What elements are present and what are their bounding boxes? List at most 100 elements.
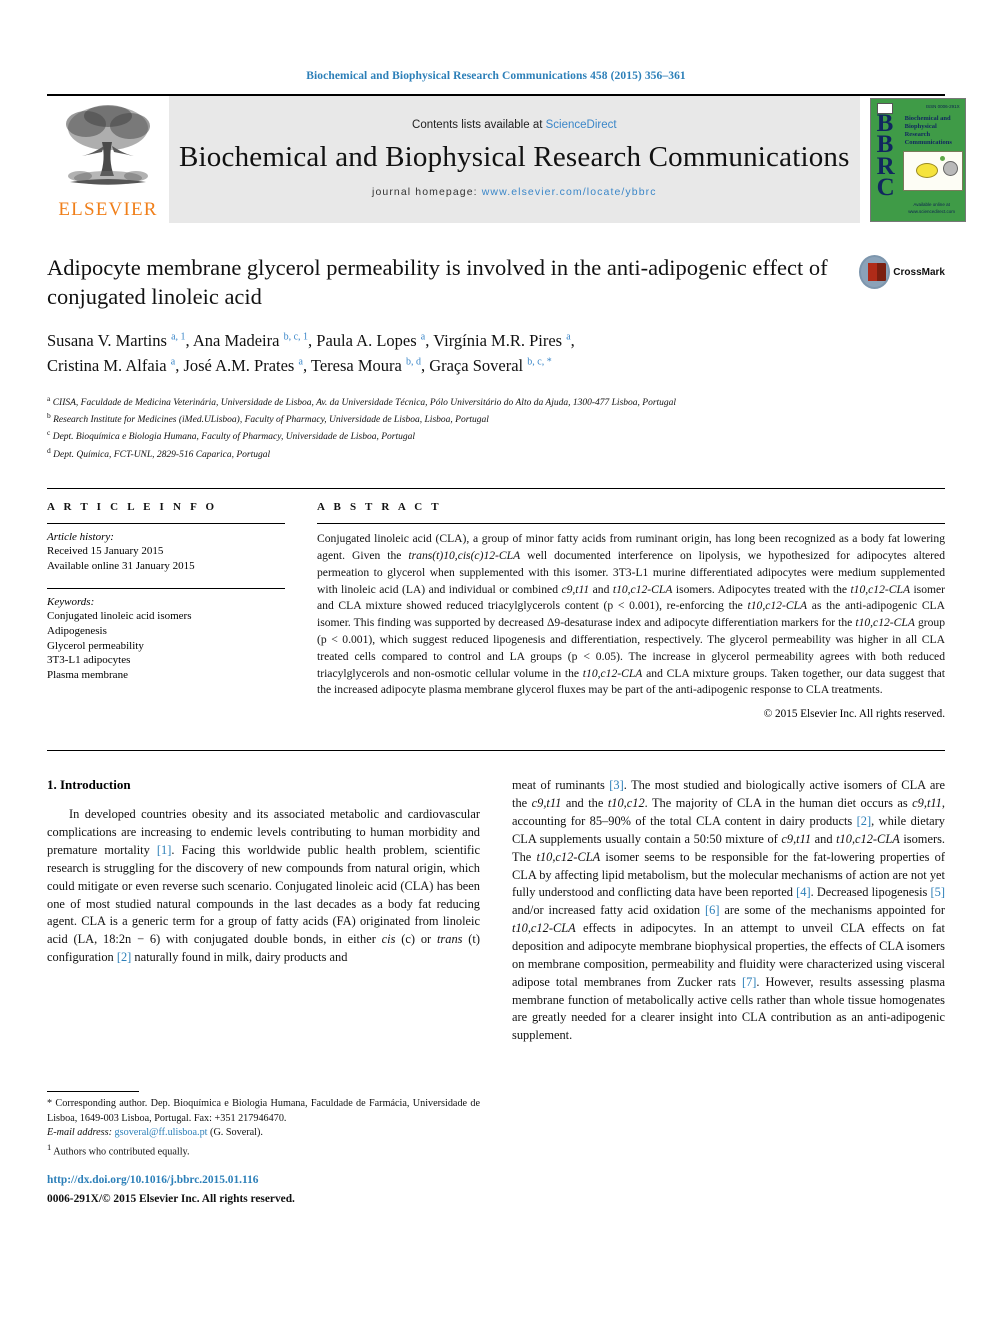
affiliation-item: a CIISA, Faculdade de Medicina Veterinár… (47, 393, 677, 408)
doi-block: http://dx.doi.org/10.1016/j.bbrc.2015.01… (47, 1173, 480, 1207)
body-column-left: 1. Introduction In developed countries o… (47, 777, 480, 1207)
homepage-url-link[interactable]: www.elsevier.com/locate/ybbrc (482, 186, 657, 198)
homepage-label: journal homepage: (372, 186, 482, 198)
author-affiliation-marker: b, c, * (527, 356, 552, 368)
cover-figure-icon (902, 150, 963, 191)
body-column-right: meat of ruminants [3]. The most studied … (512, 777, 945, 1207)
author-name: Susana V. Martins (47, 330, 172, 350)
abstract-text: Conjugated linoleic acid (CLA), a group … (317, 532, 946, 697)
citation-ref[interactable]: [7] (742, 975, 756, 989)
divider (47, 587, 285, 589)
affiliation-item: c Dept. Bioquímica e Biologia Humana, Fa… (47, 428, 415, 443)
keyword-item: Adipogenesis (47, 624, 107, 637)
elsevier-logo: ELSEVIER (47, 96, 169, 223)
article-history-label: Article history: (47, 531, 114, 544)
author-affiliation-marker: a (566, 331, 571, 342)
citation-ref[interactable]: [1] (157, 843, 171, 857)
author-name: José A.M. Prates (183, 356, 299, 376)
crossmark-label: CrossMark (893, 266, 945, 278)
affiliation-list: a CIISA, Faculdade de Medicina Veterinár… (47, 393, 927, 463)
cover-dot-shape (939, 155, 945, 161)
article-history-received: Received 15 January 2015 (47, 545, 164, 558)
divider (47, 523, 285, 525)
contents-available-line: Contents lists available at ScienceDirec… (412, 119, 617, 131)
author-affiliation-marker: a (420, 331, 426, 342)
intro-paragraph-right: meat of ruminants [3]. The most studied … (512, 778, 945, 1043)
citation-ref[interactable]: [6] (705, 903, 719, 917)
abstract-column: A B S T R A C T Conjugated linoleic acid… (317, 501, 945, 720)
affiliation-marker: a (47, 393, 51, 403)
issn-copyright-line: 0006-291X/© 2015 Elsevier Inc. All right… (47, 1192, 295, 1205)
journal-title: Biochemical and Biophysical Research Com… (179, 141, 850, 173)
author-name: Teresa Moura (310, 356, 406, 376)
footnote-block: * Corresponding author. Dep. Bioquímica … (47, 1091, 480, 1207)
keywords-label: Keywords: (47, 595, 95, 608)
cover-cell-shape (915, 162, 938, 178)
footnote-equal-contribution: 1 Authors who contributed equally. (47, 1141, 480, 1160)
article-info-column: A R T I C L E I N F O Article history: R… (47, 501, 285, 720)
cover-bottom-text: Available online at www.sciencedirect.co… (908, 202, 955, 214)
author-affiliation-marker: a, 1 (171, 331, 186, 342)
author-name: Ana Madeira (192, 330, 284, 350)
crossmark-badge[interactable]: CrossMark (859, 255, 945, 289)
doi-link[interactable]: http://dx.doi.org/10.1016/j.bbrc.2015.01… (47, 1173, 480, 1188)
cover-bbrc-letters: BBRC (876, 109, 895, 201)
email-suffix: (G. Soveral). (207, 1127, 263, 1139)
info-abstract-section: A R T I C L E I N F O Article history: R… (47, 488, 945, 720)
keyword-item: Plasma membrane (47, 669, 128, 682)
journal-cover-thumbnail: ISSN 0006-291X Biochemical and Biophysic… (867, 96, 968, 223)
page-title: Adipocyte membrane glycerol permeability… (47, 255, 828, 310)
citation-ref[interactable]: [4] (796, 885, 810, 899)
email-address-label: E-mail address: (47, 1127, 115, 1139)
cover-orb-shape (942, 160, 958, 176)
article-info-heading: A R T I C L E I N F O (47, 501, 218, 514)
equal-contribution-text: Authors who contributed equally. (53, 1145, 190, 1157)
body-section: 1. Introduction In developed countries o… (47, 750, 945, 1207)
journal-homepage-line: journal homepage: www.elsevier.com/locat… (372, 186, 657, 198)
section-heading-introduction: 1. Introduction (47, 777, 131, 793)
affiliation-item: b Research Institute for Medicines (iMed… (47, 411, 489, 426)
contents-prefix: Contents lists available at (412, 119, 546, 131)
abstract-heading: A B S T R A C T (317, 501, 442, 514)
author-name: Virgínia M.R. Pires (433, 330, 567, 350)
author-name: Graça Soveral (429, 356, 528, 376)
cover-journal-title: Biochemical and Biophysical Research Com… (904, 114, 952, 146)
author-name: Cristina M. Alfaia (47, 356, 171, 376)
affiliation-marker: c (47, 428, 51, 438)
citation-ref[interactable]: [2] (857, 814, 871, 828)
footnote-corresponding-author: * Corresponding author. Dep. Bioquímica … (47, 1098, 480, 1139)
author-line-2: Cristina M. Alfaia a, José A.M. Prates a… (47, 356, 552, 376)
keyword-item: Conjugated linoleic acid isomers (47, 609, 192, 622)
journal-masthead: ELSEVIER Contents lists available at Sci… (47, 94, 968, 223)
keywords-block: Keywords: Conjugated linoleic acid isome… (47, 587, 285, 683)
abstract-copyright: © 2015 Elsevier Inc. All rights reserved… (763, 708, 945, 721)
divider (317, 523, 945, 525)
intro-paragraph-left: In developed countries obesity and its a… (47, 807, 481, 965)
author-line-1: Susana V. Martins a, 1, Ana Madeira b, c… (47, 330, 575, 350)
journal-cover-image: ISSN 0006-291X Biochemical and Biophysic… (869, 97, 966, 222)
citation-ref[interactable]: [3] (609, 778, 623, 792)
author-affiliation-marker: b, d (405, 356, 421, 368)
author-affiliation-marker: b, c, 1 (283, 331, 309, 342)
author-name: Paula A. Lopes (316, 330, 421, 350)
sciencedirect-link[interactable]: ScienceDirect (546, 119, 617, 131)
footnote-divider (47, 1091, 139, 1093)
elsevier-tree-icon (66, 105, 150, 185)
journal-band: Contents lists available at ScienceDirec… (169, 96, 860, 223)
running-head: Biochemical and Biophysical Research Com… (306, 70, 686, 82)
citation-ref[interactable]: [5] (931, 885, 945, 899)
elsevier-wordmark: ELSEVIER (58, 199, 158, 220)
crossmark-logo-icon (859, 255, 891, 289)
author-list: Susana V. Martins a, 1, Ana Madeira b, c… (47, 328, 837, 379)
citation-ref[interactable]: [2] (117, 950, 131, 964)
title-block: CrossMark Adipocyte membrane glycerol pe… (47, 253, 945, 379)
keyword-item: Glycerol permeability (47, 639, 144, 652)
affiliation-marker: b (47, 411, 51, 421)
corresponding-author-email[interactable]: gsoveral@ff.ulisboa.pt (115, 1127, 208, 1138)
equal-contribution-marker: 1 (47, 1141, 52, 1152)
cover-issn: ISSN 0006-291X (925, 103, 960, 109)
author-affiliation-marker: a (298, 356, 303, 368)
keyword-item: 3T3-L1 adipocytes (47, 654, 131, 667)
article-history-online: Available online 31 January 2015 (47, 560, 195, 573)
article-page: Biochemical and Biophysical Research Com… (0, 0, 992, 1323)
